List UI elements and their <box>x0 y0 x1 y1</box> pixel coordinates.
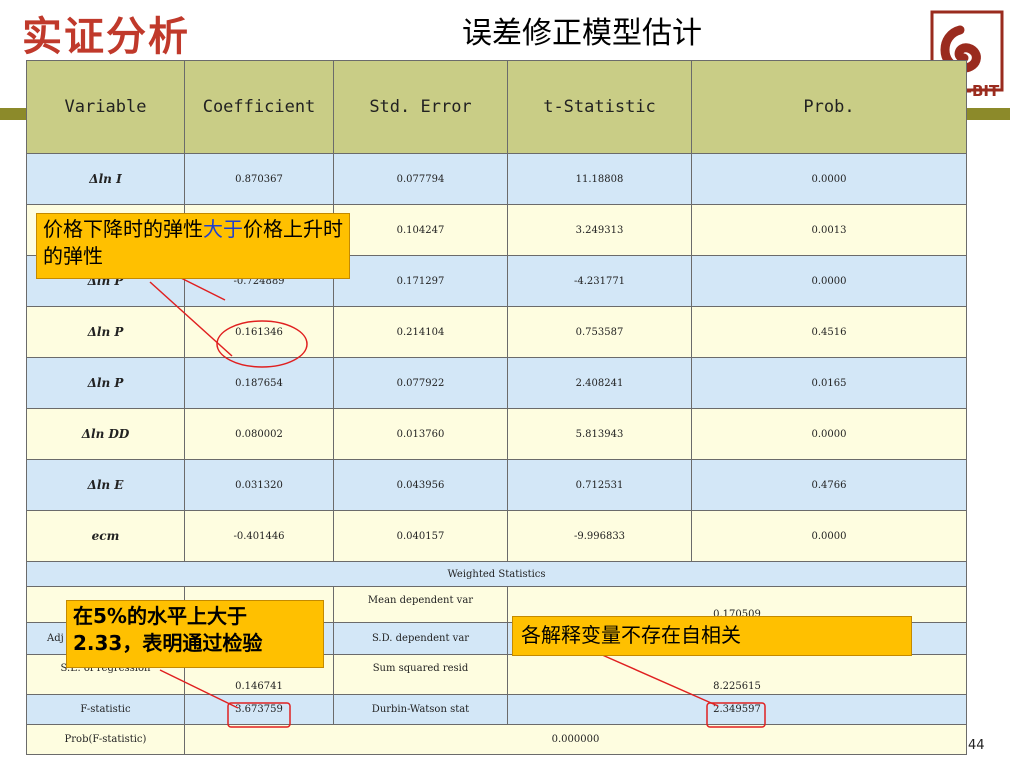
coefficient-circle <box>216 320 308 368</box>
callout-highlight: 大于 <box>203 217 243 241</box>
callout-line: 在5%的水平上大于 <box>73 604 247 628</box>
page-number: 44 <box>968 738 985 753</box>
pointer-line <box>149 281 233 357</box>
callout-line: 2.33，表明通过检验 <box>73 631 263 655</box>
callout-text: 价格下降时的弹性 <box>43 217 203 241</box>
dw-highlight-box <box>706 702 766 728</box>
pointer-line <box>599 653 719 707</box>
elasticity-callout: 价格下降时的弹性大于价格上升时的弹性 <box>36 213 350 279</box>
dw-callout: 各解释变量不存在自相关 <box>512 616 912 656</box>
fstat-callout: 在5%的水平上大于 2.33，表明通过检验 <box>66 600 324 668</box>
fstat-highlight-box <box>227 702 291 728</box>
pointer-line <box>159 669 239 709</box>
